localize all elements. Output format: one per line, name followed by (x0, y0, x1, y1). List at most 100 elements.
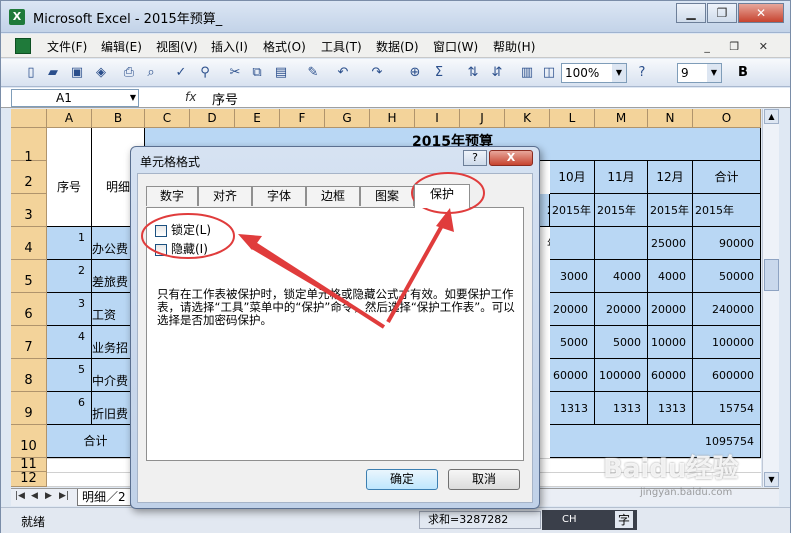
research-icon[interactable]: ⚲ (197, 65, 213, 81)
value-cell[interactable]: 25000 (648, 227, 693, 260)
year-cell[interactable]: 2015年 (648, 194, 693, 227)
total-cell[interactable]: 240000 (693, 293, 761, 326)
row-header-3[interactable]: 3 (11, 194, 47, 227)
header-index-cell[interactable]: 序号 (47, 128, 92, 227)
col-header-g[interactable]: G (325, 109, 370, 128)
close-button[interactable]: ✕ (738, 3, 784, 23)
col-header-a[interactable]: A (47, 109, 92, 128)
paste-icon[interactable]: ▤ (273, 65, 289, 81)
drawing-icon[interactable]: ◫ (541, 65, 557, 81)
mdi-controls[interactable]: _ ❐ ✕ (704, 40, 776, 53)
value-cell[interactable]: 1313 (595, 392, 648, 425)
zoom-combo[interactable]: 100% ▼ (561, 63, 627, 83)
vertical-scrollbar[interactable]: ▲ ▼ (762, 109, 779, 487)
value-cell[interactable]: 60000 (648, 359, 693, 392)
chevron-down-icon[interactable]: ▼ (707, 64, 721, 82)
value-cell[interactable]: 100000 (595, 359, 648, 392)
hidden-checkbox[interactable]: 隐藏(I) (155, 243, 208, 257)
permission-icon[interactable]: ◈ (93, 65, 109, 81)
index-cell[interactable]: 1 (47, 227, 92, 260)
menu-data[interactable]: 数据(D) (376, 38, 419, 55)
month-header-cell[interactable]: 11月 (595, 161, 648, 194)
value-cell[interactable]: 20000 (648, 293, 693, 326)
tab-alignment[interactable]: 对齐 (198, 186, 252, 206)
row-header-1[interactable]: 1 (11, 128, 47, 165)
value-cell[interactable]: 4000 (595, 260, 648, 293)
value-cell[interactable]: 5000 (595, 326, 648, 359)
value-cell[interactable]: 1313 (648, 392, 693, 425)
row-header-8[interactable]: 8 (11, 359, 47, 392)
new-icon[interactable]: ▯ (23, 65, 39, 81)
col-header-h[interactable]: H (370, 109, 415, 128)
index-cell[interactable]: 3 (47, 293, 92, 326)
scroll-down-icon[interactable]: ▼ (764, 472, 779, 487)
tab-number[interactable]: 数字 (146, 186, 198, 206)
total-cell[interactable]: 90000 (693, 227, 761, 260)
menu-format[interactable]: 格式(O) (263, 38, 306, 55)
tab-protection[interactable]: 保护 (414, 184, 470, 208)
next-sheet-icon[interactable]: ▶ (45, 491, 52, 501)
autosum-icon[interactable]: Σ (431, 65, 447, 81)
dialog-close-button[interactable]: X (489, 150, 533, 166)
menu-insert[interactable]: 插入(I) (211, 38, 248, 55)
value-cell[interactable]: 5000 (550, 326, 595, 359)
menu-edit[interactable]: 编辑(E) (101, 38, 142, 55)
value-cell[interactable]: 10000 (648, 326, 693, 359)
col-header-c[interactable]: C (145, 109, 190, 128)
value-cell[interactable] (595, 227, 648, 260)
minimize-button[interactable]: ▁ (676, 3, 706, 23)
menu-file[interactable]: 文件(F) (47, 38, 87, 55)
menu-help[interactable]: 帮助(H) (493, 38, 535, 55)
index-cell[interactable]: 4 (47, 326, 92, 359)
redo-icon[interactable]: ↷ (369, 65, 385, 81)
month-header-cell[interactable]: 10月 (550, 161, 595, 194)
col-header-b[interactable]: B (92, 109, 145, 128)
cancel-button[interactable]: 取消 (448, 469, 520, 490)
col-header-j[interactable]: J (460, 109, 505, 128)
col-header-e[interactable]: E (235, 109, 280, 128)
value-cell[interactable]: 20000 (550, 293, 595, 326)
name-box[interactable]: A1 ▼ (11, 89, 139, 107)
index-cell[interactable]: 5 (47, 359, 92, 392)
col-header-i[interactable]: I (415, 109, 460, 128)
value-cell[interactable]: 60000 (550, 359, 595, 392)
tab-font[interactable]: 字体 (252, 186, 306, 206)
help-icon[interactable]: ? (634, 65, 650, 81)
year-cell[interactable]: 2015年 (550, 194, 595, 227)
checkbox-icon[interactable] (155, 243, 167, 256)
row-header-7[interactable]: 7 (11, 326, 47, 359)
year-cell[interactable]: 2015年 (693, 194, 761, 227)
undo-icon[interactable]: ↶ (335, 65, 351, 81)
sheet-tab-detail[interactable]: 明细／2 (77, 489, 131, 506)
total-header-cell[interactable]: 合计 (693, 161, 761, 194)
restore-button[interactable]: ❐ (707, 3, 737, 23)
row-header-12[interactable]: 12 (11, 472, 47, 487)
row-header-9[interactable]: 9 (11, 392, 47, 425)
format-painter-icon[interactable]: ✎ (305, 65, 321, 81)
total-cell[interactable]: 100000 (693, 326, 761, 359)
row-header-5[interactable]: 5 (11, 260, 47, 293)
save-icon[interactable]: ▣ (69, 65, 85, 81)
locked-checkbox[interactable]: 锁定(L) (155, 224, 211, 238)
row-header-11[interactable]: 11 (11, 458, 47, 472)
col-header-o[interactable]: O (693, 109, 761, 128)
dialog-help-button[interactable]: ? (463, 150, 487, 166)
chevron-down-icon[interactable]: ▼ (130, 90, 136, 106)
total-cell[interactable]: 600000 (693, 359, 761, 392)
col-header-l[interactable]: L (550, 109, 595, 128)
sort-ascending-icon[interactable]: ⇅ (465, 65, 481, 81)
index-cell[interactable]: 2 (47, 260, 92, 293)
scroll-thumb[interactable] (764, 259, 779, 291)
open-icon[interactable]: ▰ (45, 65, 61, 81)
first-sheet-icon[interactable]: |◀ (15, 491, 25, 501)
col-header-f[interactable]: F (280, 109, 325, 128)
menu-window[interactable]: 窗口(W) (433, 38, 478, 55)
scroll-up-icon[interactable]: ▲ (764, 109, 779, 124)
year-cell[interactable]: 2015年 (595, 194, 648, 227)
bold-button[interactable]: B (735, 65, 751, 81)
checkbox-icon[interactable] (155, 224, 167, 237)
chart-wizard-icon[interactable]: ▥ (519, 65, 535, 81)
index-cell[interactable]: 6 (47, 392, 92, 425)
prev-sheet-icon[interactable]: ◀ (31, 491, 38, 501)
menu-view[interactable]: 视图(V) (156, 38, 198, 55)
